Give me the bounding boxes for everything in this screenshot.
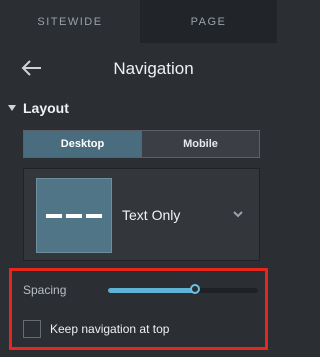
style-label: Text Only (122, 207, 181, 223)
device-toggle: Desktop Mobile (23, 130, 260, 158)
panel-header: Navigation (0, 43, 277, 93)
chevron-down-icon (233, 211, 243, 218)
keep-navigation-checkbox[interactable] (23, 320, 41, 338)
page-title: Navigation (113, 59, 194, 78)
style-preview-thumbnail (36, 178, 112, 253)
keep-navigation-label[interactable]: Keep navigation at top (50, 322, 169, 336)
layout-section-label: Layout (23, 100, 69, 116)
spacing-slider-fill (108, 288, 195, 293)
highlight-box (9, 268, 268, 350)
caret-down-icon (8, 105, 16, 111)
navigation-style-dropdown[interactable]: Text Only (23, 168, 260, 261)
tab-sitewide[interactable]: SITEWIDE (0, 0, 140, 43)
preview-dash (66, 214, 82, 218)
desktop-button[interactable]: Desktop (24, 131, 142, 157)
preview-dash (46, 214, 62, 218)
spacing-slider-thumb[interactable] (190, 284, 200, 294)
editor-tabs: SITEWIDE PAGE (0, 0, 277, 43)
layout-section-toggle[interactable]: Layout (8, 98, 69, 118)
preview-dash (86, 214, 102, 218)
spacing-slider[interactable] (108, 284, 258, 294)
mobile-button[interactable]: Mobile (142, 131, 259, 157)
tab-page[interactable]: PAGE (140, 0, 277, 43)
spacing-label: Spacing (23, 283, 67, 297)
